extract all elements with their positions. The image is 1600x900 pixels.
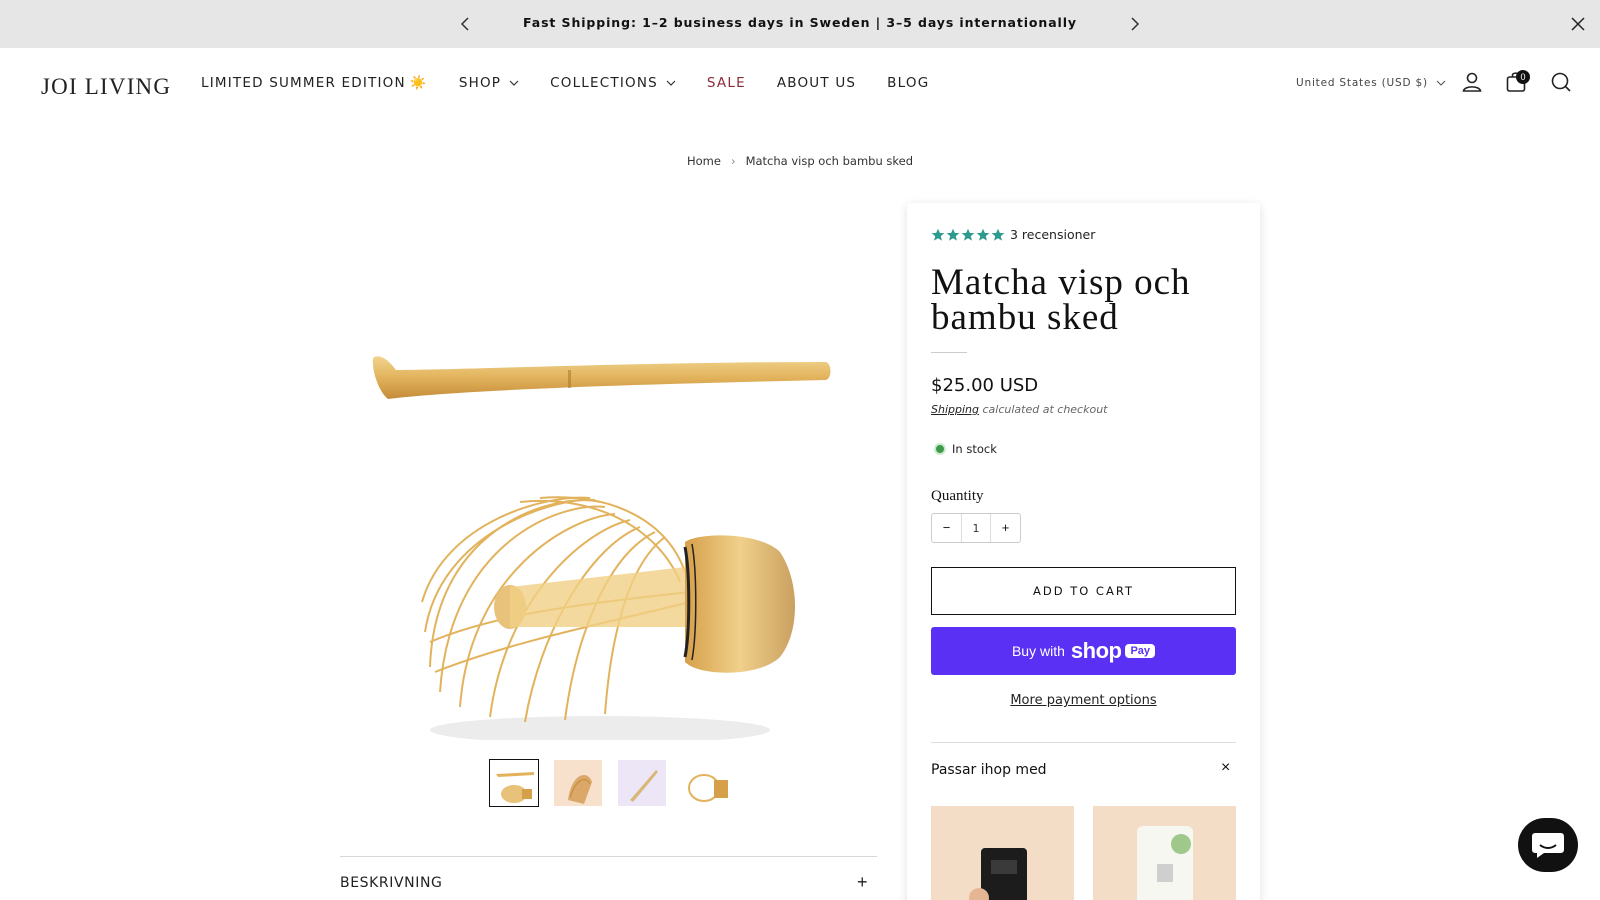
chevron-down-icon — [509, 80, 519, 86]
nav-label: ABOUT US — [776, 75, 857, 91]
main-nav: LIMITED SUMMER EDITION ☀️ SHOP COLLECTIO… — [201, 75, 960, 91]
in-stock-dot-icon — [934, 443, 946, 455]
quantity-input[interactable] — [961, 514, 991, 542]
breadcrumb-home[interactable]: Home — [687, 154, 721, 168]
close-icon[interactable] — [1568, 14, 1588, 34]
nav-item-collections[interactable]: COLLECTIONS — [550, 75, 676, 91]
divider — [931, 352, 967, 353]
pair-product-1[interactable] — [931, 806, 1074, 900]
divider — [340, 856, 877, 857]
product-title: Matcha visp och bambu sked — [931, 262, 1191, 338]
thumbnail-2[interactable] — [553, 759, 603, 807]
description-accordion[interactable]: BESKRIVNING — [340, 875, 442, 891]
star-icon — [931, 228, 945, 241]
pairs-with-heading: Passar ihop med — [931, 762, 1047, 778]
account-icon[interactable] — [1460, 70, 1484, 94]
add-to-cart-button[interactable]: ADD TO CART — [931, 567, 1236, 615]
nav-item-about-us[interactable]: ABOUT US — [777, 75, 856, 91]
nav-label: SALE — [706, 75, 746, 91]
rating[interactable]: 3 recensioner — [931, 227, 1095, 242]
quantity-stepper: − + — [931, 513, 1021, 543]
stock-status: In stock — [934, 442, 997, 456]
shipping-link[interactable]: Shipping — [931, 403, 979, 416]
chevron-down-icon — [1436, 80, 1446, 86]
quantity-increase-button[interactable]: + — [991, 514, 1020, 542]
bamboo-spoon — [372, 356, 831, 399]
plus-icon[interactable]: + — [857, 872, 868, 893]
cart-count-badge: 0 — [1516, 70, 1530, 84]
announcement-text: Fast Shipping: 1–2 business days in Swed… — [523, 15, 1077, 30]
star-icon — [976, 228, 990, 241]
chevron-right-icon[interactable] — [1124, 14, 1144, 34]
chat-button[interactable] — [1518, 818, 1578, 872]
quantity-label: Quantity — [931, 488, 984, 504]
buy-with-label: Buy with — [1011, 643, 1065, 659]
breadcrumb: Home › Matcha visp och bambu sked — [0, 154, 1600, 168]
nav-item-shop[interactable]: SHOP — [459, 75, 519, 91]
pay-badge: Pay — [1125, 644, 1156, 658]
product-info-card: 3 recensioner Matcha visp och bambu sked… — [907, 203, 1260, 900]
close-icon[interactable]: × — [1221, 759, 1230, 777]
shop-logo: shop — [1070, 638, 1122, 663]
thumbnail-4[interactable] — [681, 759, 731, 807]
sun-icon: ☀️ — [409, 75, 428, 91]
chevron-down-icon — [666, 80, 676, 86]
shipping-note: Shipping calculated at checkout — [931, 403, 1108, 416]
nav-item-sale[interactable]: SALE — [707, 75, 746, 91]
product-price: $25.00 USD — [931, 375, 1039, 396]
nav-label: COLLECTIONS — [550, 75, 658, 91]
chat-icon — [1532, 833, 1564, 858]
logo[interactable]: JOI LIVING — [41, 74, 171, 100]
nav-item-limited-summer[interactable]: LIMITED SUMMER EDITION ☀️ — [201, 75, 428, 91]
more-payment-options-link[interactable]: More payment options — [931, 693, 1236, 708]
nav-label: SHOP — [458, 75, 502, 91]
thumbnail-1[interactable] — [489, 759, 539, 807]
thumbnail-strip — [489, 759, 731, 807]
chevron-right-icon: › — [730, 154, 736, 168]
nav-item-blog[interactable]: BLOG — [887, 75, 929, 91]
shop-pay-button[interactable]: Buy with shop Pay — [931, 627, 1236, 675]
divider — [931, 742, 1236, 743]
breadcrumb-current: Matcha visp och bambu sked — [745, 154, 914, 168]
thumbnail-3[interactable] — [617, 759, 667, 807]
site-header: JOI LIVING LIMITED SUMMER EDITION ☀️ SHO… — [0, 48, 1600, 120]
nav-label: LIMITED SUMMER EDITION — [201, 75, 406, 91]
star-icon — [961, 228, 975, 241]
quantity-decrease-button[interactable]: − — [932, 514, 961, 542]
search-icon[interactable] — [1549, 70, 1573, 94]
currency-label: United States (USD $) — [1296, 77, 1428, 89]
nav-label: BLOG — [887, 75, 930, 91]
shipping-text: calculated at checkout — [982, 403, 1108, 416]
star-icon — [946, 228, 960, 241]
currency-selector[interactable]: United States (USD $) — [1296, 77, 1446, 89]
product-main-image[interactable] — [340, 202, 876, 740]
star-icon — [991, 228, 1005, 241]
stock-label: In stock — [952, 442, 997, 456]
reviews-count[interactable]: 3 recensioner — [1010, 227, 1095, 242]
announcement-bar: Fast Shipping: 1–2 business days in Swed… — [0, 0, 1600, 48]
pair-product-2[interactable] — [1093, 806, 1236, 900]
